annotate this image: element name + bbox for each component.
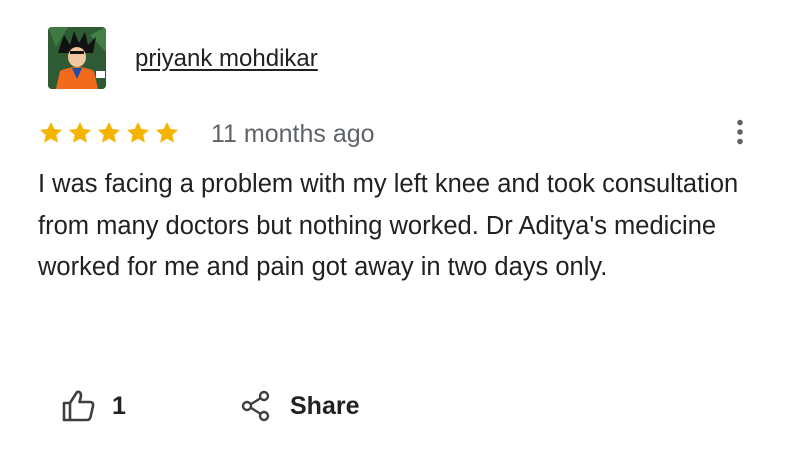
star-icon [155,121,179,143]
like-button[interactable]: 1 [60,384,126,428]
like-count: 1 [112,391,126,420]
star-icon [39,121,63,143]
star-icon [126,121,150,143]
star-rating [38,118,180,148]
review-text: I was facing a problem with my left knee… [38,170,739,281]
more-options-button[interactable] [725,114,755,150]
star-icon [97,121,121,143]
thumbs-up-icon [62,390,95,422]
reviewer-avatar[interactable] [48,27,106,89]
share-button[interactable]: Share [240,384,359,428]
more-vert-icon [737,119,743,145]
avatar-image [48,27,106,89]
share-icon [241,390,270,422]
reviewer-name[interactable]: priyank mohdikar [135,43,318,75]
star-icon [68,121,92,143]
review-timestamp: 11 months ago [211,120,375,148]
share-label: Share [290,391,360,420]
